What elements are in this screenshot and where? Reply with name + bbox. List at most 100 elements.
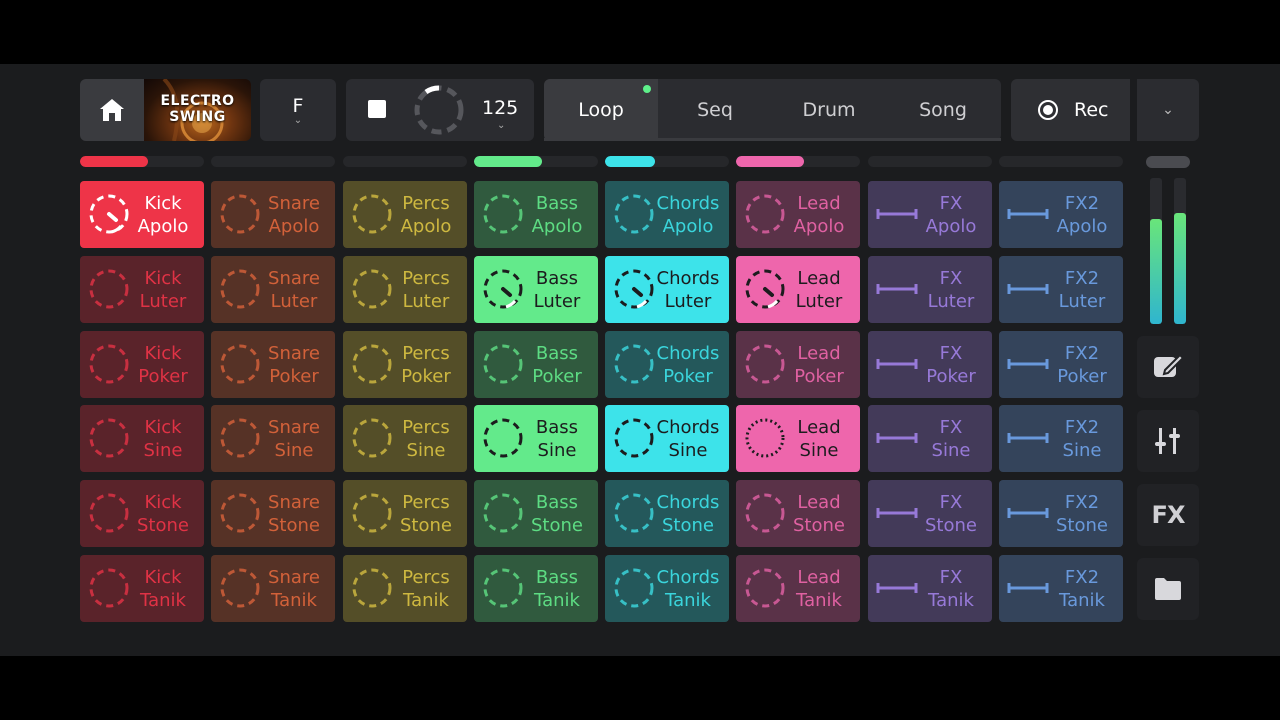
fx-button[interactable]: FX [1137, 484, 1199, 546]
pad-lead-stone[interactable]: Lead Stone [736, 480, 860, 547]
browser-button[interactable] [1137, 558, 1199, 620]
pad-track-name: Kick [144, 416, 182, 438]
pad-lead-luter[interactable]: Lead Luter [736, 256, 860, 323]
pad-kick-apolo[interactable]: Kick Apolo [80, 181, 204, 248]
pad-track-name: Chords [656, 192, 720, 214]
track-level-percs [343, 156, 467, 167]
pad-percs-poker[interactable]: Percs Poker [343, 331, 467, 398]
pad-bass-poker[interactable]: Bass Poker [474, 331, 598, 398]
pad-fx-poker[interactable]: FX Poker [868, 331, 992, 398]
pad-snare-stone[interactable]: Snare Stone [211, 480, 335, 547]
pad-fx2-apolo[interactable]: FX2 Apolo [999, 181, 1123, 248]
loop-dial-icon [745, 493, 785, 533]
pad-track-name: Lead [797, 566, 841, 588]
pad-kick-stone[interactable]: Kick Stone [80, 480, 204, 547]
master-meter[interactable] [1140, 154, 1198, 324]
pad-percs-luter[interactable]: Percs Luter [343, 256, 467, 323]
pad-lead-tanik[interactable]: Lead Tanik [736, 555, 860, 622]
pad-fx2-poker[interactable]: FX2 Poker [999, 331, 1123, 398]
mixer-button[interactable] [1137, 410, 1199, 472]
pad-loop-name: Tanik [271, 589, 317, 611]
pad-track-name: FX [939, 192, 963, 214]
master-volume-handle[interactable] [1146, 156, 1190, 168]
pad-track-name: Snare [268, 267, 320, 289]
pad-chords-luter[interactable]: Chords Luter [605, 256, 729, 323]
pad-snare-luter[interactable]: Snare Luter [211, 256, 335, 323]
pad-chords-stone[interactable]: Chords Stone [605, 480, 729, 547]
menu-button[interactable]: ⌄ [1137, 79, 1199, 141]
fx-range-icon [876, 359, 918, 369]
folder-icon [1155, 578, 1181, 600]
pad-track-name: Kick [144, 192, 182, 214]
tab-seq[interactable]: Seq [658, 79, 772, 141]
pad-kick-luter[interactable]: Kick Luter [80, 256, 204, 323]
pad-percs-sine[interactable]: Percs Sine [343, 405, 467, 472]
pad-kick-sine[interactable]: Kick Sine [80, 405, 204, 472]
pad-fx2-tanik[interactable]: FX2 Tanik [999, 555, 1123, 622]
pad-track-name: Bass [535, 192, 579, 214]
stop-button[interactable] [368, 100, 386, 118]
pad-fx2-stone[interactable]: FX2 Stone [999, 480, 1123, 547]
edit-button[interactable] [1137, 336, 1199, 398]
pad-snare-sine[interactable]: Snare Sine [211, 405, 335, 472]
tempo-dial-icon[interactable] [412, 83, 466, 137]
pad-fx2-luter[interactable]: FX2 Luter [999, 256, 1123, 323]
pad-bass-stone[interactable]: Bass Stone [474, 480, 598, 547]
pad-track-name: FX2 [1064, 267, 1100, 289]
pad-loop-name: Tanik [665, 589, 711, 611]
pad-chords-apolo[interactable]: Chords Apolo [605, 181, 729, 248]
edit-icon [1154, 353, 1185, 377]
pad-track-name: Percs [402, 342, 450, 364]
pad-percs-stone[interactable]: Percs Stone [343, 480, 467, 547]
loop-dial-icon [614, 269, 654, 309]
pad-bass-tanik[interactable]: Bass Tanik [474, 555, 598, 622]
pack-cover[interactable]: ELECTRO SWING [144, 79, 251, 141]
pad-label: FX Apolo [914, 181, 988, 248]
pad-loop-name: Stone [268, 514, 320, 536]
pad-snare-apolo[interactable]: Snare Apolo [211, 181, 335, 248]
pad-loop-name: Apolo [1056, 215, 1108, 237]
pad-kick-poker[interactable]: Kick Poker [80, 331, 204, 398]
pad-fx-sine[interactable]: FX Sine [868, 405, 992, 472]
tab-song[interactable]: Song [886, 79, 1000, 141]
pad-bass-apolo[interactable]: Bass Apolo [474, 181, 598, 248]
pad-percs-apolo[interactable]: Percs Apolo [343, 181, 467, 248]
active-indicator-dot [643, 85, 651, 93]
fx-range-icon [1007, 433, 1049, 443]
pad-fx-stone[interactable]: FX Stone [868, 480, 992, 547]
loop-dial-icon [220, 344, 260, 384]
pad-snare-poker[interactable]: Snare Poker [211, 331, 335, 398]
pad-label: Snare Apolo [257, 181, 331, 248]
pad-label: Chords Poker [651, 331, 725, 398]
pad-snare-tanik[interactable]: Snare Tanik [211, 555, 335, 622]
pad-label: Snare Stone [257, 480, 331, 547]
key-selector[interactable]: F ⌄ [260, 79, 336, 141]
loop-dial-icon [614, 418, 654, 458]
pad-track-name: Percs [402, 416, 450, 438]
pad-fx-tanik[interactable]: FX Tanik [868, 555, 992, 622]
pad-lead-poker[interactable]: Lead Poker [736, 331, 860, 398]
pad-percs-tanik[interactable]: Percs Tanik [343, 555, 467, 622]
pad-kick-tanik[interactable]: Kick Tanik [80, 555, 204, 622]
record-button[interactable]: Rec [1011, 79, 1130, 141]
pad-bass-luter[interactable]: Bass Luter [474, 256, 598, 323]
pad-fx-apolo[interactable]: FX Apolo [868, 181, 992, 248]
pad-chords-tanik[interactable]: Chords Tanik [605, 555, 729, 622]
pad-chords-sine[interactable]: Chords Sine [605, 405, 729, 472]
pad-lead-apolo[interactable]: Lead Apolo [736, 181, 860, 248]
home-button[interactable] [80, 79, 144, 141]
pad-loop-name: Luter [402, 290, 450, 312]
tab-loop[interactable]: Loop [544, 79, 658, 141]
key-value: F [292, 95, 304, 117]
loop-dial-icon [352, 418, 392, 458]
pad-fx2-sine[interactable]: FX2 Sine [999, 405, 1123, 472]
tab-drum[interactable]: Drum [772, 79, 886, 141]
record-label: Rec [1074, 99, 1109, 121]
tempo-value[interactable]: 125 [482, 97, 518, 119]
pad-chords-poker[interactable]: Chords Poker [605, 331, 729, 398]
pad-lead-sine[interactable]: Lead Sine [736, 405, 860, 472]
pad-loop-name: Sine [274, 439, 314, 461]
pad-bass-sine[interactable]: Bass Sine [474, 405, 598, 472]
pad-fx-luter[interactable]: FX Luter [868, 256, 992, 323]
pad-track-name: Bass [535, 566, 579, 588]
